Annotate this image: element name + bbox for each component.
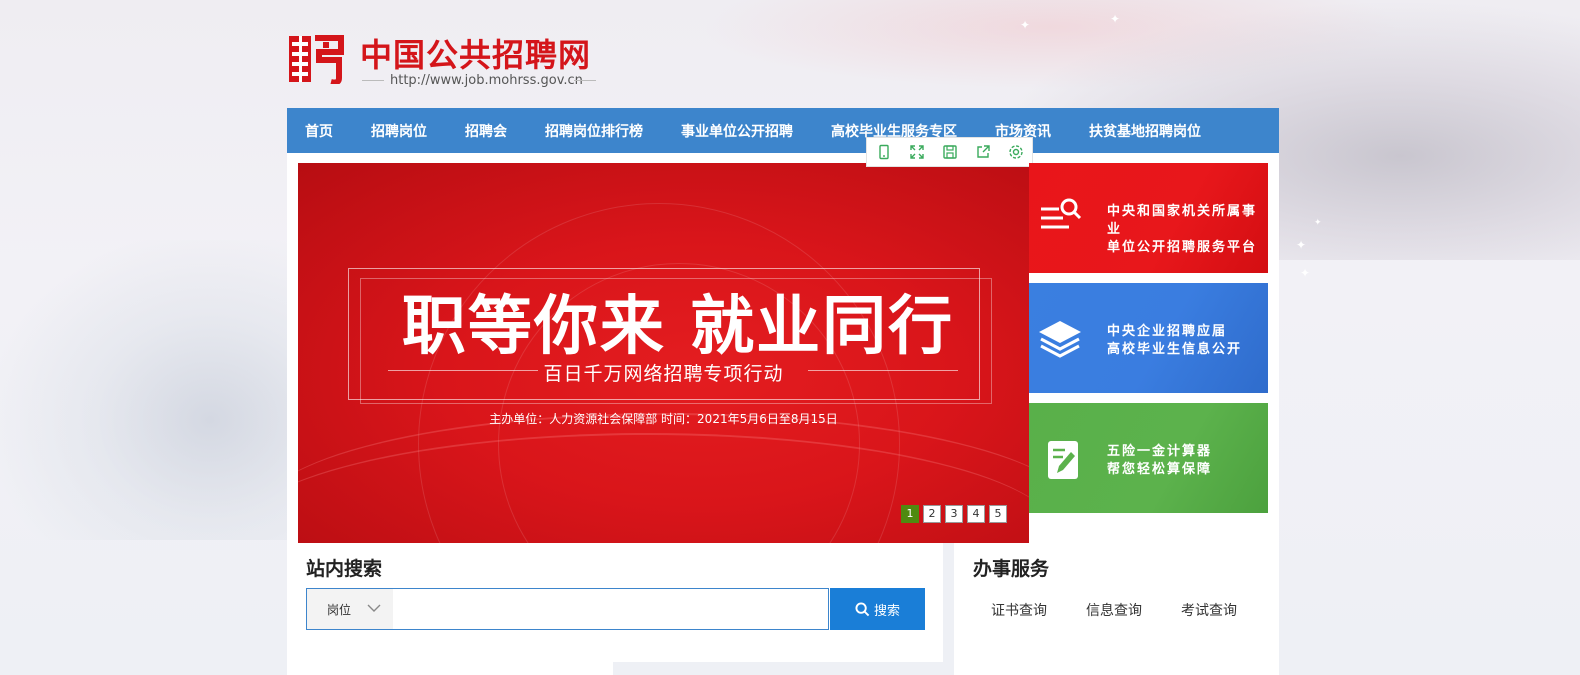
side-card-insurance-calculator[interactable]: 五险一金计算器 帮您轻松算保障 (1029, 403, 1268, 513)
pager-button[interactable]: 1 (901, 505, 919, 523)
star-decoration: ✦ (1110, 12, 1121, 26)
card-line: 高校毕业生信息公开 (1107, 342, 1243, 357)
pager-button[interactable]: 2 (923, 505, 941, 523)
nav-item-public-institution-recruitment[interactable]: 事业单位公开招聘 (681, 121, 793, 141)
banner-headline: 职等你来 就业同行 (401, 290, 955, 364)
site-logo[interactable] (289, 32, 345, 84)
nav-item-home[interactable]: 首页 (305, 121, 333, 141)
pager-button[interactable]: 4 (967, 505, 985, 523)
edit-note-icon (1048, 441, 1078, 479)
floating-toolbar (866, 137, 1033, 167)
divider (613, 662, 943, 675)
card-line: 中央企业招聘应届 (1107, 324, 1228, 339)
nav-item-job-ranking[interactable]: 招聘岗位排行榜 (545, 121, 643, 141)
layers-icon (1039, 321, 1081, 358)
search-type-value: 岗位 (327, 602, 352, 617)
site-title[interactable]: 中国公共招聘网 (360, 30, 591, 76)
card-line: 帮您轻松算保障 (1107, 462, 1213, 477)
fullscreen-icon[interactable] (909, 144, 925, 160)
card-line: 中央和国家机关所属事业 (1107, 204, 1258, 237)
info-query-link[interactable]: 信息查询 (1086, 600, 1142, 620)
banner-subtitle: 百日千万网络招聘专项行动 (543, 363, 784, 385)
search-type-select[interactable]: 岗位 (307, 589, 393, 629)
star-decoration: ✦ (1300, 266, 1311, 280)
search-section-title: 站内搜索 (306, 558, 383, 580)
settings-icon[interactable] (1008, 144, 1024, 160)
side-card-soe-graduate-info[interactable]: 中央企业招聘应届 高校毕业生信息公开 (1029, 283, 1268, 393)
divider (362, 80, 384, 81)
site-url: http://www.job.mohrss.gov.cn (390, 73, 583, 88)
search-list-icon (1041, 198, 1082, 229)
search-icon (855, 601, 870, 616)
main-nav: 首页 招聘岗位 招聘会 招聘岗位排行榜 事业单位公开招聘 高校毕业生服务专区 市… (287, 108, 1279, 153)
banner-pager: 1 2 3 4 5 (901, 505, 1007, 523)
divider (808, 370, 958, 371)
side-card-central-institutions[interactable]: 中央和国家机关所属事业单位公开招聘服务平台 (1029, 163, 1268, 273)
nav-item-job-fairs[interactable]: 招聘会 (465, 121, 507, 141)
divider (574, 80, 596, 81)
card-line: 单位公开招聘服务平台 (1107, 240, 1258, 255)
nav-item-poverty-base-jobs[interactable]: 扶贫基地招聘岗位 (1089, 121, 1201, 141)
hero-banner[interactable]: 职等你来 就业同行 百日千万网络招聘专项行动 主办单位：人力资源社会保障部 时间… (298, 163, 1029, 543)
nav-item-jobs[interactable]: 招聘岗位 (371, 121, 427, 141)
search-box: 岗位 (306, 588, 829, 630)
save-icon[interactable] (942, 144, 958, 160)
search-button[interactable]: 搜索 (830, 588, 925, 630)
exam-query-link[interactable]: 考试查询 (1181, 600, 1237, 620)
star-decoration: ✦ (1314, 218, 1322, 228)
pager-button[interactable]: 3 (945, 505, 963, 523)
star-decoration: ✦ (1020, 18, 1031, 32)
services-section-title: 办事服务 (973, 558, 1050, 580)
pager-button[interactable]: 5 (989, 505, 1007, 523)
chevron-down-icon (367, 604, 381, 612)
search-button-label: 搜索 (873, 603, 900, 619)
mobile-icon[interactable] (876, 144, 892, 160)
certificate-query-link[interactable]: 证书查询 (991, 600, 1047, 620)
card-line: 五险一金计算器 (1107, 444, 1213, 459)
star-decoration: ✦ (1296, 238, 1307, 252)
divider (943, 543, 954, 675)
banner-info: 主办单位：人力资源社会保障部 时间：2021年5月6日至8月15日 (489, 412, 838, 426)
search-input[interactable] (395, 590, 829, 630)
share-icon[interactable] (975, 144, 991, 160)
